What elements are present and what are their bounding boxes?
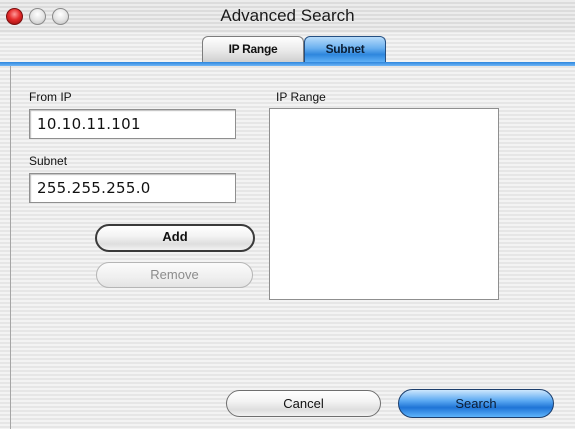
- tab-panel-divider: [0, 62, 575, 66]
- remove-button[interactable]: Remove: [96, 262, 253, 288]
- advanced-search-window: Advanced Search IP Range Subnet From IP …: [0, 0, 575, 429]
- panel-left-edge: [10, 66, 11, 429]
- add-button[interactable]: Add: [95, 224, 255, 252]
- ip-range-label: IP Range: [276, 90, 326, 104]
- from-ip-label: From IP: [29, 90, 72, 104]
- cancel-button[interactable]: Cancel: [226, 390, 381, 417]
- tab-ip-range[interactable]: IP Range: [202, 36, 304, 62]
- window-title: Advanced Search: [220, 6, 355, 25]
- subnet-label: Subnet: [29, 154, 68, 168]
- tab-bar: IP Range Subnet: [200, 36, 390, 62]
- search-button[interactable]: Search: [398, 389, 554, 418]
- from-ip-field[interactable]: 10.10.11.101: [29, 109, 236, 139]
- subnet-field[interactable]: 255.255.255.0: [29, 173, 236, 203]
- tab-subnet[interactable]: Subnet: [304, 36, 386, 62]
- ip-range-list[interactable]: [269, 108, 499, 300]
- title-bar[interactable]: Advanced Search: [0, 0, 575, 33]
